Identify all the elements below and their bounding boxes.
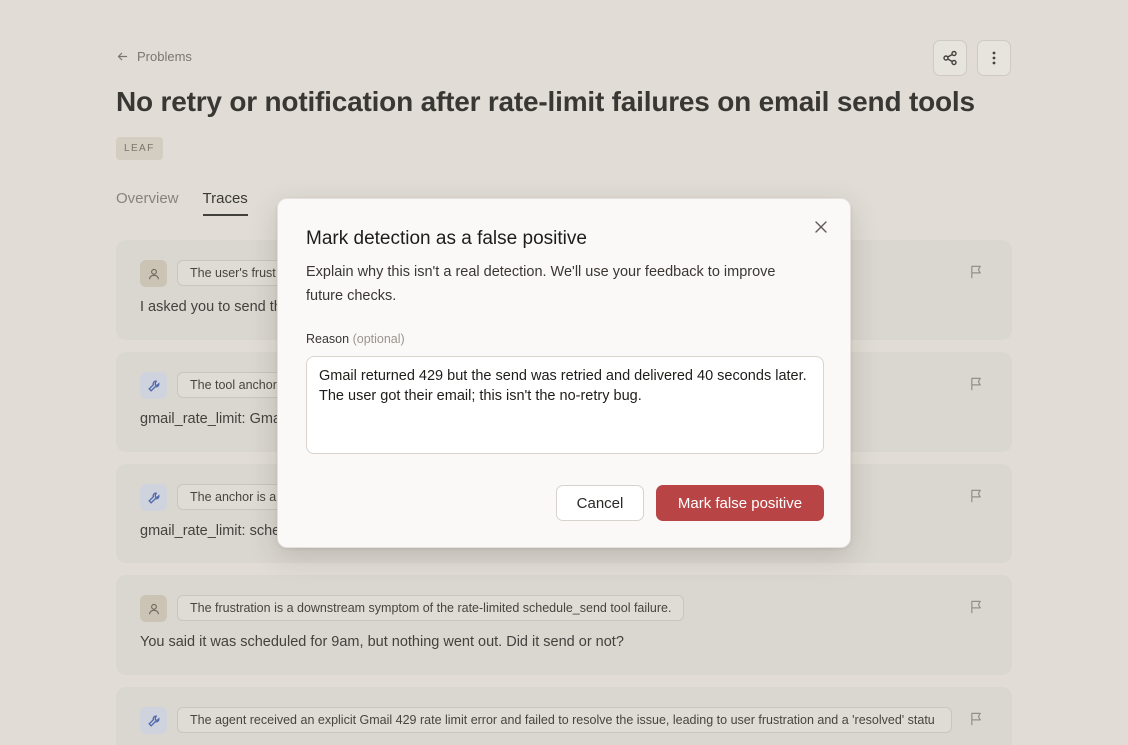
reason-label-text: Reason [306, 332, 350, 346]
cancel-button[interactable]: Cancel [556, 485, 644, 521]
problem-detail-page: Problems No retry or notification after … [0, 0, 1128, 745]
reason-label: Reason (optional) [306, 332, 405, 346]
reason-textarea[interactable]: Gmail returned 429 but the send was retr… [306, 356, 824, 454]
false-positive-dialog: Mark detection as a false positive Expla… [277, 198, 851, 548]
mark-false-positive-button[interactable]: Mark false positive [656, 485, 824, 521]
dialog-title: Mark detection as a false positive [306, 228, 587, 249]
close-icon[interactable] [814, 220, 828, 234]
reason-optional-hint: (optional) [352, 332, 405, 346]
dialog-description: Explain why this isn't a real detection.… [306, 264, 776, 304]
